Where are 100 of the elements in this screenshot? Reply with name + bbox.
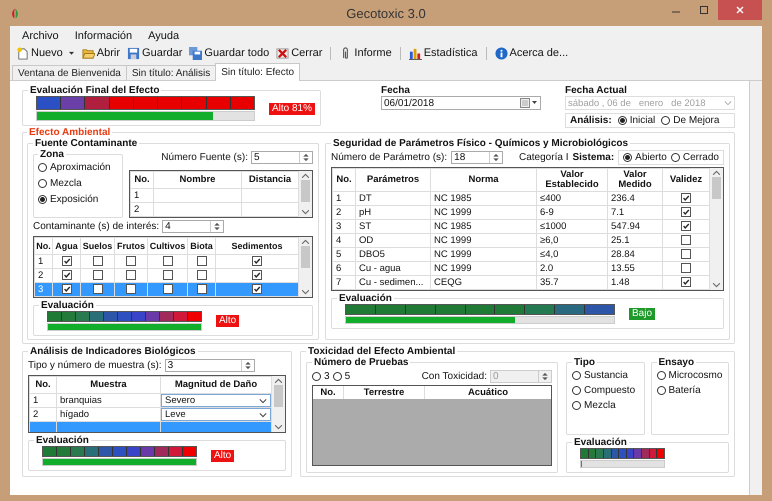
toolbar-button[interactable]: Guardar todo (187, 46, 272, 60)
column-header[interactable]: Biota (188, 238, 216, 254)
checkbox[interactable] (92, 270, 102, 280)
checkbox[interactable] (162, 270, 172, 280)
radio-button[interactable]: 3 (312, 371, 330, 382)
column-header[interactable]: Distancia (242, 172, 298, 188)
toolbar-button[interactable]: Cerrar (274, 46, 324, 60)
checkbox[interactable] (126, 284, 136, 294)
scrollbar[interactable] (710, 168, 723, 290)
maximize-icon[interactable] (699, 5, 709, 15)
number-spinner[interactable]: 18 (451, 151, 503, 164)
column-header[interactable]: No. (332, 168, 356, 192)
scrollbar[interactable] (299, 171, 312, 217)
checkbox[interactable] (92, 256, 102, 266)
column-header[interactable]: Valor Establecido (536, 168, 608, 192)
scroll-down-icon[interactable] (272, 423, 285, 432)
column-header[interactable]: Muestra (56, 376, 160, 394)
checkbox[interactable] (252, 270, 262, 280)
column-header[interactable]: Suelos (80, 238, 114, 254)
checkbox[interactable] (681, 193, 691, 204)
checkbox[interactable] (681, 277, 691, 288)
checkbox[interactable] (196, 284, 206, 294)
column-header[interactable]: Frutos (114, 238, 148, 254)
radio-button[interactable]: Cerrado (670, 152, 719, 163)
scroll-up-icon[interactable] (299, 237, 312, 246)
column-header[interactable]: Norma (430, 168, 536, 192)
column-header[interactable]: Parámetros (356, 168, 430, 192)
checkbox[interactable] (162, 256, 172, 266)
radio-button[interactable]: Mezcla (38, 178, 118, 189)
dropdown[interactable]: Severo (161, 394, 271, 407)
radio-button[interactable]: Mezcla (572, 400, 638, 411)
column-header[interactable]: No. (34, 238, 52, 254)
toolbar-button[interactable]: Guardar (125, 46, 184, 60)
checkbox[interactable] (681, 235, 691, 246)
radio-button[interactable]: 5 (332, 371, 350, 382)
table-row[interactable]: 1 (34, 254, 298, 268)
radio-button[interactable]: Abierto (623, 152, 667, 163)
radio-button[interactable]: Microcosmo (656, 370, 723, 381)
number-spinner[interactable]: 4 (162, 220, 224, 233)
checkbox[interactable] (196, 270, 206, 280)
scroll-thumb[interactable] (712, 177, 721, 199)
column-header[interactable]: No. (30, 376, 56, 394)
column-header[interactable]: Acuático (425, 386, 551, 399)
toolbar-button[interactable]: Informe (337, 46, 394, 60)
radio-button[interactable]: Aproximación (38, 162, 118, 173)
scroll-down-icon[interactable] (299, 208, 312, 217)
menu-item[interactable]: Información (68, 30, 138, 42)
calendar-icon[interactable] (520, 98, 538, 108)
scroll-thumb[interactable] (274, 385, 283, 407)
checkbox[interactable] (681, 263, 691, 274)
checkbox[interactable] (196, 256, 206, 266)
scroll-up-icon[interactable] (710, 168, 723, 177)
scroll-thumb[interactable] (301, 246, 310, 268)
menu-item[interactable]: Archivo (16, 30, 65, 42)
toolbar-button[interactable]: Abrir (80, 46, 122, 60)
checkbox[interactable] (681, 207, 691, 218)
radio-button[interactable]: Compuesto (572, 385, 638, 396)
column-header[interactable]: Agua (52, 238, 80, 254)
number-spinner[interactable]: 3 (164, 359, 255, 372)
scroll-down-icon[interactable] (710, 281, 723, 290)
checkbox[interactable] (62, 270, 72, 280)
menu-item[interactable]: Ayuda (142, 30, 186, 42)
column-header[interactable]: Validez (662, 168, 710, 192)
number-spinner[interactable]: 5 (251, 151, 313, 164)
radio-button[interactable]: Inicial (618, 115, 656, 126)
table-row[interactable]: 2 hígado Leve (30, 408, 272, 422)
toolbar-button[interactable]: Nuevo (14, 46, 65, 60)
checkbox[interactable] (126, 256, 136, 266)
column-header[interactable]: Magnitud de Daño (160, 376, 272, 394)
toolbar-button[interactable]: Acerca de... (492, 46, 570, 60)
dropdown[interactable]: Leve (161, 408, 271, 421)
caret-icon[interactable] (68, 50, 75, 56)
checkbox[interactable] (126, 270, 136, 280)
table-row[interactable]: 1 branquias Severo (30, 394, 272, 408)
scroll-up-icon[interactable] (272, 376, 285, 385)
column-header[interactable]: No. (130, 172, 154, 188)
checkbox[interactable] (252, 256, 262, 266)
column-header[interactable]: Valor Medido (608, 168, 662, 192)
scroll-thumb[interactable] (301, 180, 310, 202)
checkbox[interactable] (252, 284, 262, 294)
radio-button[interactable]: Exposición (38, 194, 118, 205)
radio-button[interactable]: De Mejora (661, 115, 720, 126)
column-header[interactable]: Sedimentos (216, 238, 298, 254)
tab[interactable]: Sin título: Efecto (215, 63, 300, 81)
column-header[interactable]: Cultivos (148, 238, 188, 254)
close-icon[interactable] (735, 5, 745, 15)
checkbox[interactable] (62, 256, 72, 266)
scrollbar[interactable] (299, 237, 312, 297)
checkbox[interactable] (681, 249, 691, 260)
toolbar-button[interactable]: Estadística (406, 46, 480, 60)
radio-button[interactable]: Sustancia (572, 370, 638, 381)
checkbox[interactable] (62, 284, 72, 294)
scroll-up-icon[interactable] (299, 171, 312, 180)
date-picker[interactable]: 06/01/2018 (381, 96, 541, 110)
tab[interactable]: Ventana de Bienvenida (12, 65, 127, 80)
checkbox[interactable] (162, 284, 172, 294)
scrollbar[interactable] (272, 376, 285, 432)
radio-button[interactable]: Batería (656, 385, 723, 396)
scroll-down-icon[interactable] (299, 288, 312, 297)
checkbox[interactable] (681, 221, 691, 232)
